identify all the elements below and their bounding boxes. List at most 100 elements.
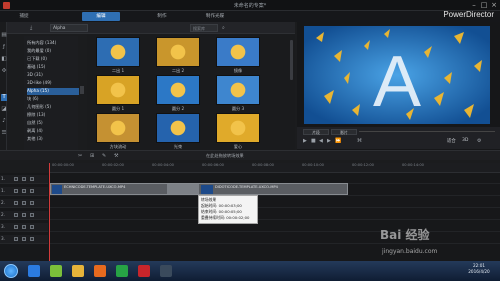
track-header[interactable]: 1. [0, 187, 48, 196]
media-icon[interactable] [116, 265, 128, 277]
transition-marker[interactable] [167, 184, 199, 194]
category-item[interactable]: 3D-like (49) [27, 80, 79, 87]
maximize-button[interactable]: □ [480, 1, 488, 9]
category-item[interactable]: 所有内容 (134) [27, 40, 79, 47]
track-enable-checkbox[interactable] [14, 201, 18, 205]
video-clip[interactable]: ECHNICODE-TEMPLATE-UXCO-MP4 DIDOTICODE-T… [50, 183, 348, 195]
fx-room-icon[interactable]: ƒ [1, 44, 7, 51]
category-item[interactable]: 自然 (5) [27, 120, 79, 127]
tab-produce[interactable]: 制作 [152, 12, 172, 21]
track-enable-checkbox[interactable] [14, 225, 18, 229]
track-enable-checkbox[interactable] [14, 237, 18, 241]
track-lock-icon[interactable] [22, 237, 26, 241]
firefox-icon[interactable] [94, 265, 106, 277]
track-visibility-icon[interactable] [30, 201, 34, 205]
track-lock-icon[interactable] [22, 201, 26, 205]
track-lane[interactable] [50, 199, 500, 208]
category-item[interactable]: 3D (31) [27, 72, 79, 79]
track-visibility-icon[interactable] [30, 225, 34, 229]
fit-dropdown[interactable]: 适合 [447, 138, 456, 144]
track-enable-checkbox[interactable] [14, 189, 18, 193]
transition-thumbnail[interactable] [216, 75, 260, 105]
next-frame-icon[interactable]: ▶ [327, 138, 331, 144]
tools-icon[interactable]: ⚒ [114, 153, 118, 159]
title-room-icon[interactable]: T [1, 94, 7, 101]
category-item[interactable]: 基础 (15) [27, 64, 79, 71]
clip-mode-button[interactable]: 片段 [303, 129, 329, 135]
globe-icon[interactable] [28, 265, 40, 277]
transition-thumbnail[interactable] [216, 113, 260, 143]
tab-capture[interactable]: 捕捉 [14, 12, 34, 21]
track-lock-icon[interactable] [22, 213, 26, 217]
tab-create-disc[interactable]: 制作光碟 [198, 12, 232, 21]
filter-dropdown[interactable]: Alpha [50, 24, 88, 32]
fix-icon[interactable]: ✎ [102, 153, 106, 159]
grid-scrollbar[interactable] [290, 40, 293, 80]
track-enable-checkbox[interactable] [14, 177, 18, 181]
settings-icon[interactable]: ⚙ [477, 138, 481, 144]
folder-icon[interactable] [72, 265, 84, 277]
track-visibility-icon[interactable] [30, 189, 34, 193]
track-header[interactable]: 2. [0, 211, 48, 220]
category-item[interactable]: 剥离 (4) [27, 128, 79, 135]
particle-room-icon[interactable]: ✣ [1, 68, 7, 75]
transition-thumbnail[interactable] [156, 37, 200, 67]
category-item[interactable]: 块 (6) [27, 96, 79, 103]
paint-icon[interactable] [50, 265, 62, 277]
panel-collapse-handle[interactable] [80, 86, 84, 94]
chapter-room-icon[interactable]: ☰ [1, 130, 7, 137]
transition-thumbnail[interactable] [96, 75, 140, 105]
category-item[interactable]: Alpha (15) [27, 88, 79, 95]
movie-mode-button[interactable]: 影片 [331, 129, 357, 135]
track-visibility-icon[interactable] [30, 213, 34, 217]
start-button[interactable] [4, 264, 18, 278]
playhead[interactable] [49, 163, 50, 261]
transition-thumbnail[interactable] [156, 113, 200, 143]
track-lock-icon[interactable] [22, 225, 26, 229]
pip-room-icon[interactable]: ◧ [1, 56, 7, 63]
track-visibility-icon[interactable] [30, 177, 34, 181]
system-clock[interactable]: 22:01 2016/4/20 [464, 263, 494, 275]
transition-thumbnail[interactable] [156, 75, 200, 105]
category-item[interactable]: 擦除 (13) [27, 112, 79, 119]
track-header[interactable]: 3. [0, 235, 48, 244]
track-visibility-icon[interactable] [30, 237, 34, 241]
transition-thumbnail[interactable] [96, 37, 140, 67]
ruler-tick: 00:00:00:00 [52, 163, 74, 167]
prev-frame-icon[interactable]: ◀ [319, 138, 323, 144]
record-icon[interactable] [138, 265, 150, 277]
trim-icon[interactable]: ⊞ [90, 153, 94, 159]
track-lane[interactable] [50, 223, 500, 232]
category-item[interactable]: 已下载 (0) [27, 56, 79, 63]
transition-room-icon[interactable]: ◪ [1, 106, 7, 113]
category-item[interactable]: 其他 (3) [27, 136, 79, 143]
snapshot-icon[interactable]: ⌘ [357, 138, 362, 144]
track-lane[interactable] [50, 235, 500, 244]
category-item[interactable]: 我的最爱 (0) [27, 48, 79, 55]
track-header[interactable]: 3. [0, 223, 48, 232]
3d-toggle[interactable]: 3D [462, 138, 468, 143]
transition-thumbnail[interactable] [96, 113, 140, 143]
track-lock-icon[interactable] [22, 189, 26, 193]
search-input[interactable]: 搜索库 [190, 24, 218, 32]
preview-scrubber[interactable] [359, 131, 495, 132]
track-lane[interactable] [50, 211, 500, 220]
powerdirector-icon[interactable] [160, 265, 172, 277]
audio-room-icon[interactable]: ♪ [1, 118, 7, 125]
track-header[interactable]: 2. [0, 199, 48, 208]
import-icon[interactable]: ⤓ [30, 25, 32, 31]
minimize-button[interactable]: – [470, 1, 478, 9]
track-lock-icon[interactable] [22, 177, 26, 181]
track-enable-checkbox[interactable] [14, 213, 18, 217]
search-icon[interactable]: ⌕ [222, 25, 225, 31]
transition-thumbnail[interactable] [216, 37, 260, 67]
split-icon[interactable]: ✂ [78, 153, 82, 159]
category-item[interactable]: 几何图形 (5) [27, 104, 79, 111]
play-icon[interactable]: ▶ [303, 138, 307, 144]
fast-forward-icon[interactable]: ⏩ [335, 138, 341, 144]
tab-edit[interactable]: 编辑 [82, 12, 120, 21]
track-header[interactable]: 1. [0, 175, 48, 184]
media-room-icon[interactable]: ▤ [1, 32, 7, 39]
stop-icon[interactable]: ■ [311, 138, 316, 144]
close-button[interactable]: × [490, 1, 498, 9]
